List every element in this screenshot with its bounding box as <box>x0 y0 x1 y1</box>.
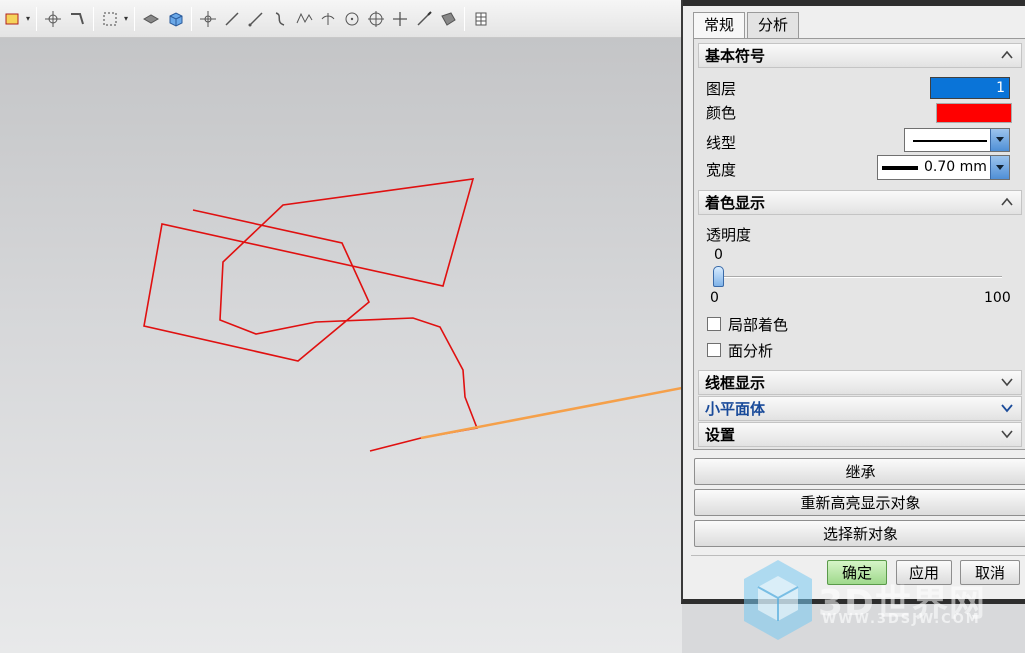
section-settings-header[interactable]: 设置 <box>698 422 1022 447</box>
solid-line-sample <box>913 140 987 142</box>
slider-min-label: 0 <box>710 290 719 306</box>
divider <box>691 555 1025 556</box>
face-analysis-label: 面分析 <box>728 342 774 360</box>
dialog-tabs: 常规 分析 <box>693 12 801 39</box>
slider-max-label: 100 <box>984 290 1011 306</box>
section-title: 设置 <box>705 426 736 444</box>
section-title: 线框显示 <box>705 374 766 392</box>
chevron-down-icon[interactable] <box>990 129 1009 151</box>
width-select[interactable]: 0.70 mm <box>877 155 1010 180</box>
layer-input[interactable]: 1 <box>930 77 1010 99</box>
layer-label: 图层 <box>706 80 737 98</box>
transparency-slider-track[interactable] <box>714 276 1002 278</box>
local-shading-label: 局部着色 <box>728 316 789 334</box>
transparency-value: 0 <box>714 247 723 263</box>
chevron-down-icon[interactable] <box>999 400 1015 416</box>
red-curve <box>369 437 422 452</box>
thick-line-sample <box>882 166 918 170</box>
curves-drawing <box>143 178 682 452</box>
section-facet-header[interactable]: 小平面体 <box>698 396 1022 421</box>
linetype-select[interactable] <box>904 128 1010 152</box>
section-basic-header[interactable]: 基本符号 <box>698 43 1022 68</box>
face-analysis-checkbox[interactable] <box>707 343 721 357</box>
section-title: 小平面体 <box>705 400 766 418</box>
watermark-logo-icon <box>744 560 812 640</box>
section-title: 基本符号 <box>705 47 766 65</box>
color-swatch[interactable] <box>936 103 1012 123</box>
local-shading-checkbox[interactable] <box>707 317 721 331</box>
width-label: 宽度 <box>706 161 737 179</box>
linetype-label: 线型 <box>706 134 737 152</box>
red-curve <box>143 178 479 439</box>
section-title: 着色显示 <box>705 194 766 212</box>
color-label: 颜色 <box>706 104 737 122</box>
transparency-label: 透明度 <box>706 226 752 244</box>
section-wireframe-header[interactable]: 线框显示 <box>698 370 1022 395</box>
chevron-down-icon[interactable] <box>990 156 1009 179</box>
select-new-object-button[interactable]: 选择新对象 <box>694 520 1025 547</box>
section-shading-header[interactable]: 着色显示 <box>698 190 1022 215</box>
object-display-dialog: 常规 分析 基本符号 图层 1 颜色 线型 宽度 0.70 mm 着色显示 透明… <box>681 0 1025 604</box>
width-value: 0.70 mm <box>924 159 987 175</box>
tab-panel: 基本符号 图层 1 颜色 线型 宽度 0.70 mm 着色显示 透明度 0 0 … <box>693 38 1025 450</box>
tab-general[interactable]: 常规 <box>693 12 746 39</box>
watermark-url: WWW.3DSJW.COM <box>822 612 981 627</box>
transparency-slider-thumb[interactable] <box>713 266 724 287</box>
chevron-down-icon[interactable] <box>999 426 1015 442</box>
rehighlight-button[interactable]: 重新高亮显示对象 <box>694 489 1025 516</box>
chevron-down-icon[interactable] <box>999 374 1015 390</box>
dialog-title-bar <box>683 0 1025 6</box>
highlighted-line <box>420 386 682 440</box>
chevron-up-icon[interactable] <box>999 194 1015 210</box>
inherit-button[interactable]: 继承 <box>694 458 1025 485</box>
tab-analysis[interactable]: 分析 <box>747 12 800 38</box>
graphics-window[interactable] <box>0 38 682 653</box>
chevron-up-icon[interactable] <box>999 47 1015 63</box>
